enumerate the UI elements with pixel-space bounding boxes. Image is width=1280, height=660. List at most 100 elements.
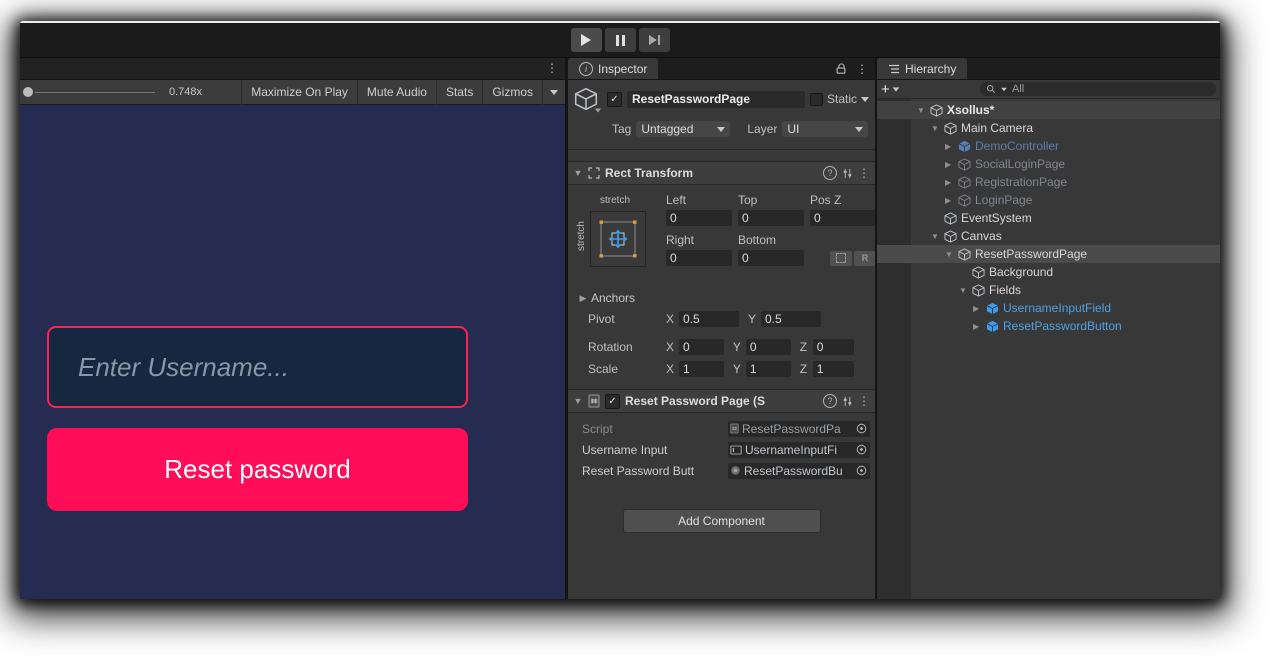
layer-dropdown[interactable]: UI	[782, 121, 868, 137]
component-more-menu-icon[interactable]: ⋮	[858, 167, 870, 179]
anchor-preset-button[interactable]	[590, 211, 646, 267]
presets-icon[interactable]	[842, 168, 853, 179]
step-icon	[649, 35, 660, 45]
scale-slider-track[interactable]	[35, 92, 155, 93]
hierarchy-item-loginpage[interactable]: ▶ LoginPage	[877, 191, 1220, 209]
inspector-more-menu-icon[interactable]: ⋮	[856, 63, 868, 75]
left-field[interactable]: 0	[666, 210, 732, 226]
username-object-field[interactable]: UsernameInputFi	[728, 442, 870, 458]
foldout-open-icon[interactable]: ▼	[931, 124, 944, 133]
axis-y-label: Y	[733, 362, 746, 376]
foldout-open-icon[interactable]: ▼	[959, 286, 972, 295]
hierarchy-item-resetpasswordpage[interactable]: ▼ ResetPasswordPage	[877, 245, 1220, 263]
item-label: UsernameInputField	[1003, 301, 1111, 315]
top-field[interactable]: 0	[738, 210, 804, 226]
hierarchy-item-eventsystem[interactable]: EventSystem	[877, 209, 1220, 227]
rotation-y-field[interactable]: 0	[746, 339, 791, 355]
step-button[interactable]	[639, 28, 670, 52]
gizmos-dropdown-button[interactable]	[542, 80, 565, 105]
posz-field[interactable]: 0	[810, 210, 875, 226]
foldout-closed-icon[interactable]: ▶	[945, 142, 958, 151]
layer-label: Layer	[747, 122, 777, 136]
play-button[interactable]	[571, 28, 602, 52]
mute-audio-button[interactable]: Mute Audio	[357, 80, 436, 105]
scale-x-field[interactable]: 1	[679, 361, 724, 377]
foldout-open-icon[interactable]: ▼	[917, 106, 930, 115]
object-picker-icon[interactable]	[855, 443, 868, 456]
rect-transform-header[interactable]: ▼ Rect Transform ? ⋮	[568, 161, 875, 185]
hierarchy-item-resetpasswordbutton[interactable]: ▶ ResetPasswordButton	[877, 317, 1220, 335]
foldout-open-icon[interactable]: ▼	[573, 396, 583, 406]
foldout-closed-icon[interactable]: ▶	[973, 322, 986, 331]
static-checkbox[interactable]	[810, 93, 823, 106]
script-enabled-checkbox[interactable]: ✓	[605, 394, 620, 409]
gameobject-icon[interactable]	[574, 87, 602, 111]
script-object-field[interactable]: ResetPasswordPa	[728, 421, 870, 437]
hierarchy-item-registrationpage[interactable]: ▶ RegistrationPage	[877, 173, 1220, 191]
help-icon[interactable]: ?	[823, 166, 837, 180]
hierarchy-item-usernameinputfield[interactable]: ▶ UsernameInputField	[877, 299, 1220, 317]
button-object-field[interactable]: ResetPasswordBu	[728, 463, 870, 479]
hierarchy-item-background[interactable]: Background	[877, 263, 1220, 281]
stats-button[interactable]: Stats	[436, 80, 482, 105]
hierarchy-item-fields[interactable]: ▼ Fields	[877, 281, 1220, 299]
axis-z-label: Z	[800, 362, 813, 376]
anchors-foldout[interactable]: ▶ Anchors	[578, 291, 869, 305]
right-field[interactable]: 0	[666, 250, 732, 266]
create-menu-arrow[interactable]	[892, 87, 899, 91]
hierarchy-item-canvas[interactable]: ▼ Canvas	[877, 227, 1220, 245]
rotation-x-field[interactable]: 0	[679, 339, 724, 355]
object-picker-icon[interactable]	[855, 464, 868, 477]
username-input-label: Username Input	[582, 443, 728, 457]
scale-y-field[interactable]: 1	[746, 361, 791, 377]
foldout-closed-icon[interactable]: ▶	[945, 160, 958, 169]
create-menu-button[interactable]: +	[881, 82, 890, 97]
static-dropdown-arrow[interactable]	[861, 97, 869, 102]
gameobject-name-field[interactable]: ResetPasswordPage	[627, 91, 805, 108]
blueprint-mode-button[interactable]	[830, 251, 852, 266]
gameobject-cube-icon	[944, 122, 957, 135]
reset-password-button[interactable]: Reset password	[47, 428, 468, 511]
hierarchy-item-socialloginpage[interactable]: ▶ SocialLoginPage	[877, 155, 1220, 173]
raw-edit-button[interactable]: R	[854, 251, 875, 266]
tab-inspector[interactable]: i Inspector	[568, 58, 658, 79]
pivot-y-field[interactable]: 0.5	[761, 311, 821, 327]
active-checkbox[interactable]: ✓	[607, 92, 622, 107]
scale-z-field[interactable]: 1	[813, 361, 854, 377]
script-component-header[interactable]: ▼ ✓ Reset Password Page (S ? ⋮	[568, 389, 875, 413]
foldout-closed-icon[interactable]: ▶	[945, 178, 958, 187]
scale-slider-handle[interactable]	[23, 87, 33, 97]
component-more-menu-icon[interactable]: ⋮	[858, 395, 870, 407]
hierarchy-item-scene[interactable]: ▼ Xsollus*	[877, 101, 1220, 119]
foldout-closed-icon[interactable]: ▶	[945, 196, 958, 205]
add-component-button[interactable]: Add Component	[623, 509, 821, 533]
foldout-open-icon[interactable]: ▼	[931, 232, 944, 241]
hierarchy-item-main-camera[interactable]: ▼ Main Camera	[877, 119, 1220, 137]
bottom-field[interactable]: 0	[738, 250, 804, 266]
item-label: LoginPage	[975, 193, 1032, 207]
hierarchy-panel: Hierarchy + All ▼ Xsollus*	[877, 58, 1220, 599]
scale-row: Scale X 1 Y 1 Z 1	[588, 361, 863, 377]
hierarchy-item-democontroller[interactable]: ▶ DemoController	[877, 137, 1220, 155]
help-icon[interactable]: ?	[823, 394, 837, 408]
game-more-menu-icon[interactable]: ⋮	[546, 62, 558, 74]
presets-icon[interactable]	[842, 396, 853, 407]
search-filter-arrow[interactable]	[1001, 87, 1007, 91]
pivot-x-field[interactable]: 0.5	[679, 311, 739, 327]
hierarchy-tree: ▼ Xsollus* ▼ Main Camera ▶ DemoControlle…	[877, 99, 1220, 599]
rotation-z-field[interactable]: 0	[813, 339, 854, 355]
blueprint-icon	[836, 253, 846, 263]
maximize-on-play-button[interactable]: Maximize On Play	[241, 80, 357, 105]
tag-dropdown[interactable]: Untagged	[636, 121, 730, 137]
foldout-closed-icon[interactable]: ▶	[973, 304, 986, 313]
inspector-panel: i Inspector ⋮	[568, 58, 875, 599]
pause-button[interactable]	[605, 28, 636, 52]
foldout-open-icon[interactable]: ▼	[945, 250, 958, 259]
gizmos-button[interactable]: Gizmos	[482, 80, 542, 105]
foldout-open-icon[interactable]: ▼	[573, 168, 583, 178]
object-picker-icon[interactable]	[855, 422, 868, 435]
username-input[interactable]: Enter Username...	[47, 326, 468, 408]
hierarchy-search-input[interactable]: All	[980, 82, 1216, 96]
tab-hierarchy[interactable]: Hierarchy	[877, 58, 967, 79]
lock-icon[interactable]	[835, 62, 847, 75]
